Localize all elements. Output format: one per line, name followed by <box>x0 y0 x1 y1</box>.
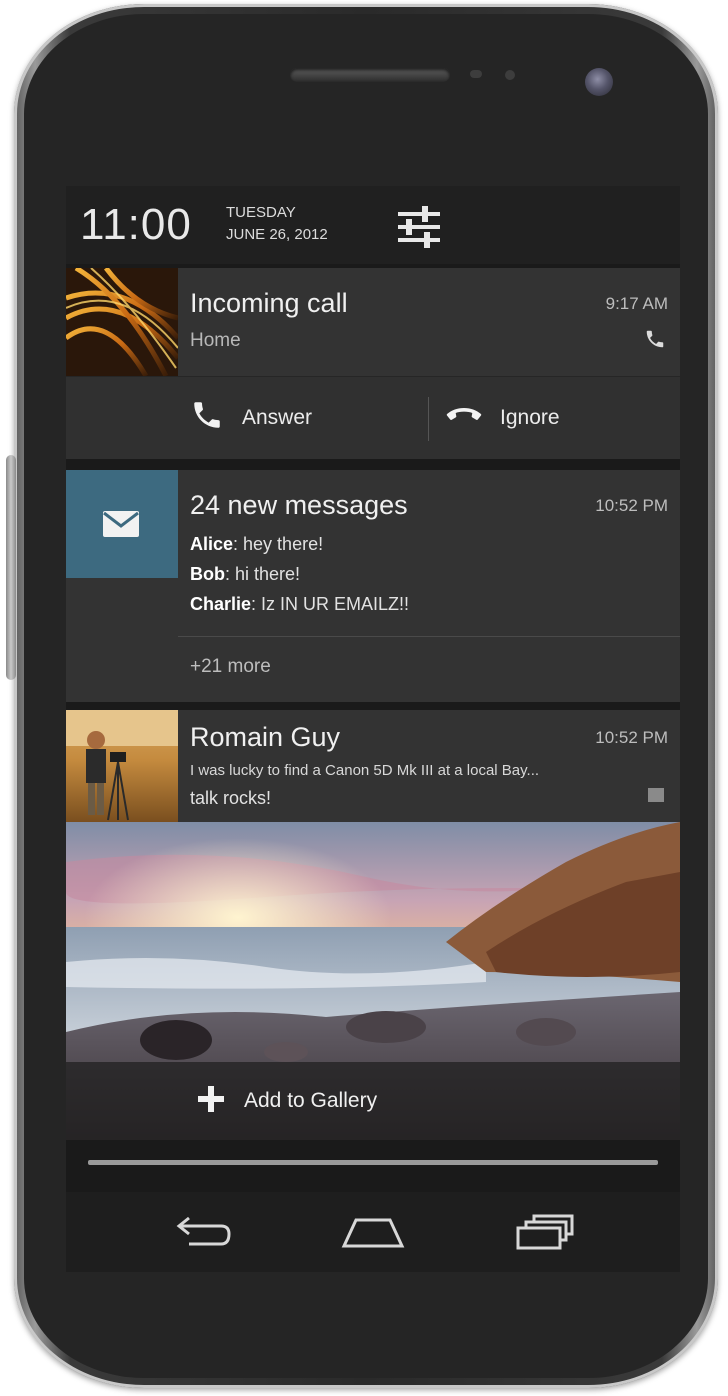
date-weekday: TUESDAY <box>226 204 296 221</box>
action-divider <box>428 397 429 441</box>
plus-icon <box>198 1085 224 1117</box>
message-sender: Alice <box>190 534 234 554</box>
more-messages-label: +21 more <box>190 656 271 677</box>
photo-sender-name: Romain Guy <box>190 722 341 752</box>
notification-shade: 11:00 TUESDAY JUNE 26, 2012 Incoming cal… <box>66 186 680 1192</box>
email-time: 10:52 PM <box>595 496 668 515</box>
message-line-bob: Bob: hi there! <box>190 564 300 585</box>
contact-photo-light-trails <box>66 265 180 378</box>
message-text: : hey there! <box>233 534 324 554</box>
email-title: 24 new messages <box>190 490 408 520</box>
photo-text-line2: talk rocks! <box>190 788 272 808</box>
clock: 11:00 <box>80 200 192 249</box>
contact-photo-romain <box>66 710 178 822</box>
add-to-gallery-button[interactable]: Add to Gallery <box>66 1062 680 1140</box>
phone-icon <box>644 328 666 355</box>
ignore-label: Ignore <box>500 406 560 429</box>
light-sensor <box>505 70 515 80</box>
proximity-sensor <box>470 70 482 78</box>
more-separator <box>178 636 680 637</box>
volume-button <box>6 455 16 680</box>
earpiece-speaker <box>290 68 450 82</box>
email-notification[interactable]: 24 new messages 10:52 PM Alice: hey ther… <box>66 470 680 702</box>
home-icon[interactable] <box>338 1210 408 1254</box>
message-sender: Charlie <box>190 594 252 614</box>
call-actions: Answer Ignore <box>66 376 680 459</box>
message-sender: Bob <box>190 564 225 584</box>
photo-time: 10:52 PM <box>595 728 668 747</box>
call-time: 9:17 AM <box>605 294 668 313</box>
answer-phone-icon <box>190 398 224 438</box>
photo-text-line1: I was lucky to find a Canon 5D Mk III at… <box>190 762 540 779</box>
message-line-charlie: Charlie: Iz IN UR EMAILZ!! <box>190 594 409 615</box>
back-icon[interactable] <box>166 1210 236 1254</box>
image-attachment-icon <box>648 788 664 802</box>
call-title: Incoming call <box>190 288 348 318</box>
message-text: : hi there! <box>225 564 301 584</box>
front-camera <box>585 68 613 96</box>
message-text: : Iz IN UR EMAILZ!! <box>251 594 410 614</box>
envelope-icon <box>102 510 140 543</box>
navigation-bar <box>66 1192 680 1272</box>
photo-notification[interactable]: Romain Guy 10:52 PM I was lucky to find … <box>66 710 680 822</box>
call-subtitle: Home <box>190 330 241 351</box>
ignore-button[interactable]: Ignore <box>446 377 560 459</box>
shade-drag-handle[interactable] <box>88 1160 658 1165</box>
date-full: JUNE 26, 2012 <box>226 226 328 243</box>
add-to-gallery-label: Add to Gallery <box>244 1089 378 1112</box>
answer-button[interactable]: Answer <box>190 377 312 459</box>
shade-header: 11:00 TUESDAY JUNE 26, 2012 <box>66 186 680 264</box>
incoming-call-notification[interactable]: Incoming call 9:17 AM Home <box>66 265 680 378</box>
recent-apps-icon[interactable] <box>510 1210 580 1254</box>
email-app-tile <box>66 470 178 578</box>
hang-up-icon <box>446 404 482 432</box>
settings-sliders-icon[interactable] <box>396 204 442 250</box>
message-line-alice: Alice: hey there! <box>190 534 323 555</box>
answer-label: Answer <box>242 406 313 429</box>
